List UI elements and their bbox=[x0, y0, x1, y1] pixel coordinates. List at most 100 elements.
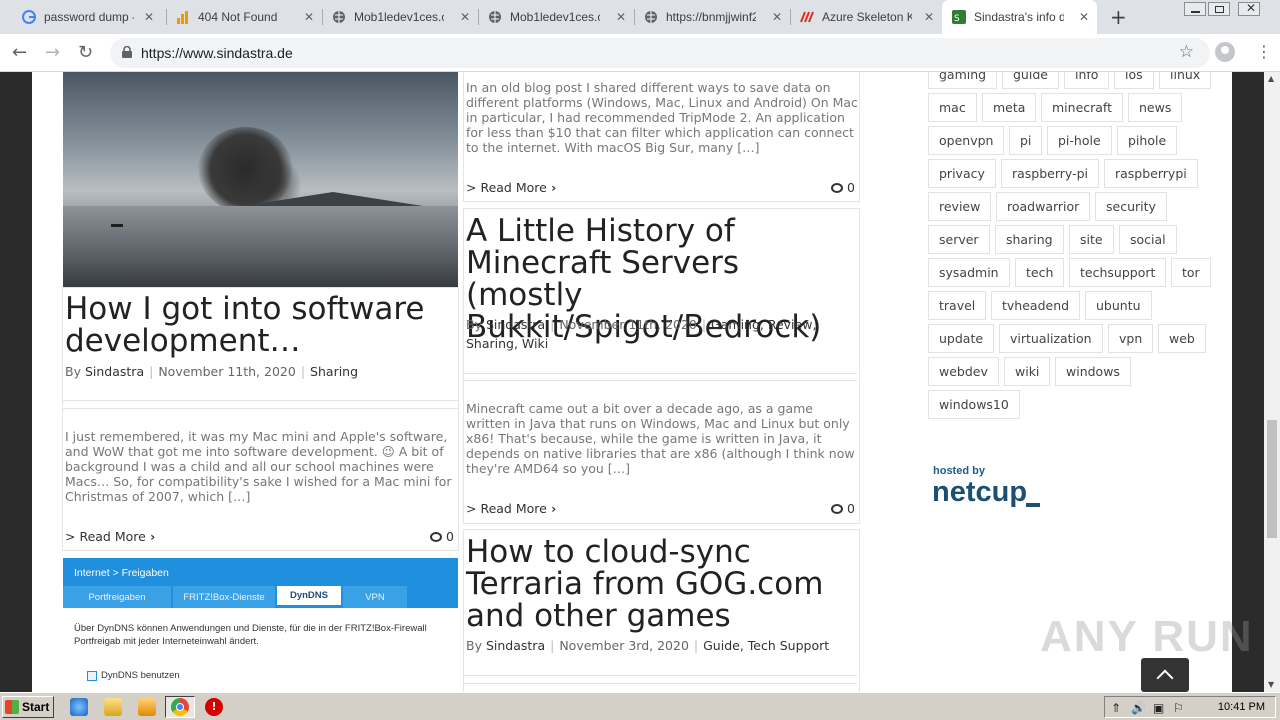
author-link[interactable]: Sindastra bbox=[486, 638, 545, 653]
tab-azure-skeleton-key[interactable]: Azure Skeleton Key ✕ bbox=[790, 0, 942, 34]
tag-link[interactable]: linux bbox=[1159, 72, 1212, 89]
bookmark-star-icon[interactable]: ☆ bbox=[1179, 42, 1194, 62]
tag-link[interactable]: guide bbox=[1002, 72, 1059, 89]
tab-mob1ledev1ces-2[interactable]: Mob1ledev1ces.cor ✕ bbox=[478, 0, 634, 34]
network-icon[interactable]: ▣ bbox=[1153, 701, 1164, 715]
read-more-link[interactable]: > Read More › bbox=[466, 501, 556, 516]
tag-link[interactable]: pihole bbox=[1117, 126, 1178, 155]
netcup-logo[interactable]: netcup bbox=[932, 476, 1040, 508]
minimize-button[interactable] bbox=[1184, 2, 1206, 16]
browser-menu-icon[interactable]: ⋮ bbox=[1256, 42, 1272, 61]
chrome-icon[interactable] bbox=[171, 698, 189, 716]
tag-link[interactable]: virtualization bbox=[999, 324, 1103, 353]
tag-link[interactable]: gaming bbox=[928, 72, 998, 89]
scroll-up-arrow-icon[interactable]: ▲ bbox=[1268, 74, 1274, 83]
category-links[interactable]: Sharing bbox=[310, 364, 358, 379]
tag-link[interactable]: windows bbox=[1055, 357, 1131, 386]
tab-404[interactable]: 404 Not Found ✕ bbox=[166, 0, 322, 34]
tag-link[interactable]: security bbox=[1095, 192, 1167, 221]
close-icon[interactable]: ✕ bbox=[616, 10, 626, 24]
right-gutter bbox=[1232, 72, 1264, 692]
tag-link[interactable]: news bbox=[1128, 93, 1183, 122]
tag-link[interactable]: ubuntu bbox=[1085, 291, 1152, 320]
tab-bnmjjwinf[interactable]: https://bnmjjwinf2 ✕ bbox=[634, 0, 790, 34]
vertical-scrollbar[interactable]: ▲ ▼ bbox=[1264, 72, 1280, 692]
comments-count[interactable]: 0 bbox=[831, 501, 855, 516]
new-tab-button[interactable]: + bbox=[1110, 5, 1127, 29]
tag-link[interactable]: ios bbox=[1114, 72, 1154, 89]
comments-count[interactable]: 0 bbox=[430, 529, 454, 544]
tag-link[interactable]: web bbox=[1158, 324, 1206, 353]
fritz-checkbox-label: DynDNS benutzen bbox=[101, 670, 180, 681]
tag-link[interactable]: privacy bbox=[928, 159, 996, 188]
tag-link[interactable]: info bbox=[1064, 72, 1110, 89]
tag-link[interactable]: webdev bbox=[928, 357, 999, 386]
forward-arrow-icon[interactable]: → bbox=[45, 42, 60, 63]
tag-link[interactable]: sharing bbox=[995, 225, 1064, 254]
close-icon[interactable]: ✕ bbox=[144, 10, 154, 24]
author-link[interactable]: Sindastra bbox=[486, 317, 545, 332]
tab-password-dump[interactable]: password dump - G ✕ bbox=[12, 0, 162, 34]
tag-link[interactable]: tor bbox=[1171, 258, 1211, 287]
author-link[interactable]: Sindastra bbox=[85, 364, 144, 379]
divider bbox=[63, 400, 458, 401]
comments-count[interactable]: 0 bbox=[831, 180, 855, 195]
tag-link[interactable]: server bbox=[928, 225, 990, 254]
tag-link[interactable]: social bbox=[1119, 225, 1177, 254]
category-links[interactable]: Guide, Tech Support bbox=[703, 638, 829, 653]
tag-link[interactable]: openvpn bbox=[928, 126, 1005, 155]
tag-link[interactable]: site bbox=[1069, 225, 1114, 254]
tag-link[interactable]: update bbox=[928, 324, 995, 353]
tag-link[interactable]: minecraft bbox=[1041, 93, 1124, 122]
tag-link[interactable]: wiki bbox=[1004, 357, 1051, 386]
scroll-to-top-button[interactable] bbox=[1141, 658, 1189, 692]
read-more-link[interactable]: > Read More › bbox=[65, 529, 155, 544]
back-arrow-icon[interactable]: ← bbox=[12, 42, 27, 63]
close-icon[interactable]: ✕ bbox=[772, 10, 782, 24]
tag-link[interactable]: tvheadend bbox=[991, 291, 1081, 320]
close-window-button[interactable]: ✕ bbox=[1238, 1, 1260, 16]
post-title[interactable]: How I got into software development… bbox=[65, 293, 455, 357]
close-icon[interactable]: ✕ bbox=[460, 10, 470, 24]
url-text[interactable]: https://www.sindastra.de bbox=[141, 45, 293, 61]
antivirus-icon[interactable]: ! bbox=[205, 698, 223, 716]
flag-tray-icon[interactable]: ⚐ bbox=[1173, 701, 1184, 715]
close-icon[interactable]: ✕ bbox=[924, 10, 934, 24]
tag-link[interactable]: pi bbox=[1009, 126, 1043, 155]
post-date: November 3rd, 2020 bbox=[559, 638, 689, 653]
tag-link[interactable]: review bbox=[928, 192, 992, 221]
tag-link[interactable]: mac bbox=[928, 93, 977, 122]
post-image-fritzbox[interactable]: Internet > Freigaben Portfreigaben FRITZ… bbox=[63, 558, 458, 692]
tag-link[interactable]: pi-hole bbox=[1047, 126, 1112, 155]
tag-link[interactable]: travel bbox=[928, 291, 987, 320]
restore-button[interactable] bbox=[1208, 2, 1230, 16]
volume-icon[interactable]: 🔊 bbox=[1131, 701, 1146, 715]
close-icon[interactable]: ✕ bbox=[1079, 10, 1089, 24]
account-avatar-icon[interactable] bbox=[1215, 42, 1235, 62]
tag-link[interactable]: windows10 bbox=[928, 390, 1020, 419]
close-icon[interactable]: ✕ bbox=[304, 10, 314, 24]
tag-link[interactable]: roadwarrior bbox=[996, 192, 1091, 221]
address-bar-row: ← → ↻ https://www.sindastra.de ☆ ⋮ bbox=[0, 34, 1280, 72]
tag-link[interactable]: tech bbox=[1015, 258, 1065, 287]
media-player-icon[interactable] bbox=[138, 698, 156, 716]
tray-arrow-icon[interactable]: ⇑ bbox=[1111, 701, 1121, 715]
scroll-down-arrow-icon[interactable]: ▼ bbox=[1268, 680, 1274, 689]
tag-link[interactable]: raspberrypi bbox=[1104, 159, 1198, 188]
folder-icon[interactable] bbox=[104, 698, 122, 716]
reload-icon[interactable]: ↻ bbox=[78, 42, 93, 63]
scrollbar-thumb[interactable] bbox=[1267, 420, 1277, 538]
tag-link[interactable]: meta bbox=[982, 93, 1037, 122]
tag-link[interactable]: raspberry-pi bbox=[1001, 159, 1100, 188]
tag-link[interactable]: sysadmin bbox=[928, 258, 1010, 287]
tab-mob1ledev1ces-1[interactable]: Mob1ledev1ces.cor ✕ bbox=[322, 0, 478, 34]
post-image-volcano[interactable] bbox=[63, 72, 458, 287]
tag-link[interactable]: vpn bbox=[1108, 324, 1154, 353]
omnibox[interactable]: https://www.sindastra.de ☆ bbox=[110, 38, 1210, 68]
read-more-link[interactable]: > Read More › bbox=[466, 180, 556, 195]
ie-icon[interactable] bbox=[70, 698, 88, 716]
post-title[interactable]: How to cloud-sync Terraria from GOG.com … bbox=[466, 536, 860, 632]
tab-sindastra[interactable]: S Sindastra's info du ✕ bbox=[942, 0, 1097, 34]
tag-link[interactable]: techsupport bbox=[1069, 258, 1167, 287]
start-button[interactable]: Start bbox=[2, 696, 54, 718]
